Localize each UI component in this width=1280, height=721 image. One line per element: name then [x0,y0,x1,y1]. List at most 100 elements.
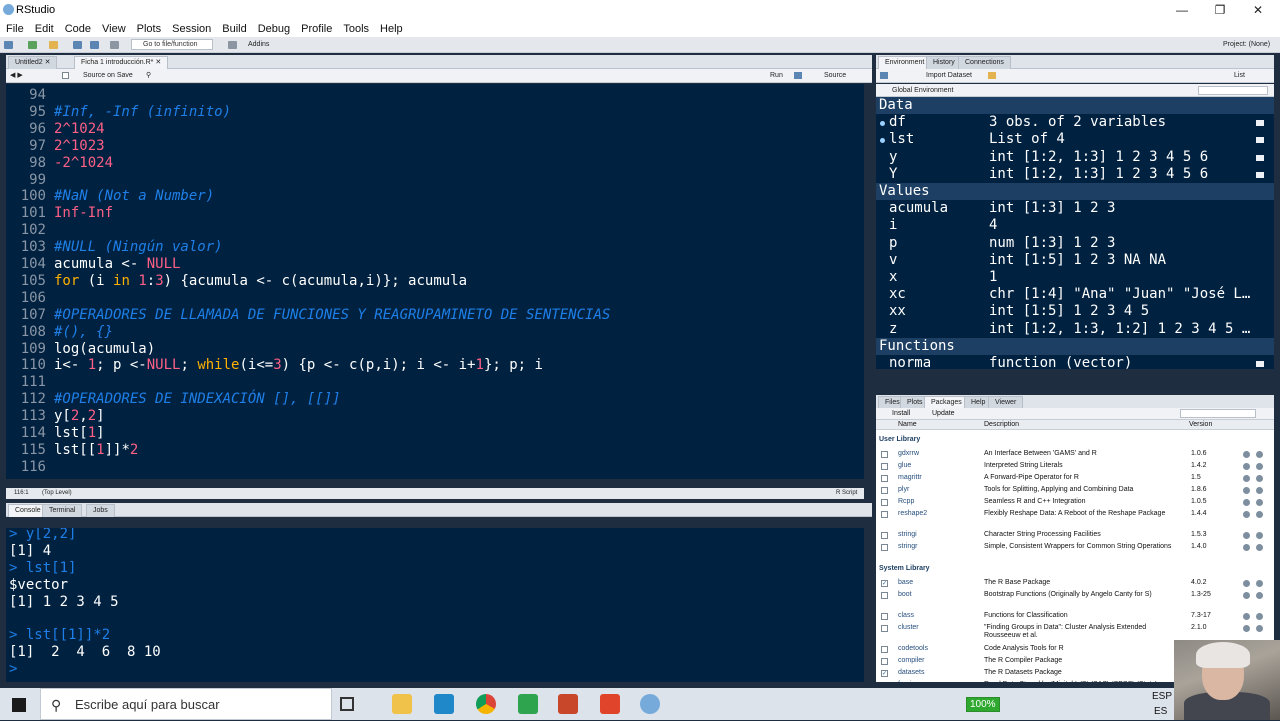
go-to-file-input[interactable]: Go to file/function [131,39,213,50]
package-row[interactable]: gdxrrw An Interface Between 'GAMS' and R 1… [876,449,1274,461]
code-line[interactable]: 106 [6,290,54,307]
code-line[interactable]: 97 2^1023 [6,138,104,155]
code-line[interactable]: 107 #OPERADORES DE LLAMADA DE FUNCIONES Y… [6,307,611,324]
environment-row[interactable]: acumula int [1:3] 1 2 3 [876,200,1274,217]
environment-row[interactable]: x1 [876,269,1274,286]
file-explorer-icon[interactable] [392,694,412,714]
package-remove-icon[interactable] [1256,451,1263,458]
package-remove-icon[interactable] [1256,475,1263,482]
windows-start-icon[interactable] [12,698,26,712]
source-on-save-checkbox[interactable] [62,72,69,79]
package-checkbox[interactable] [881,646,888,653]
keyboard-indicator[interactable]: ES [1154,706,1167,717]
environment-row[interactable]: p num [1:3] 1 2 3 [876,235,1274,252]
import-dataset-button[interactable]: Import Dataset [926,72,972,79]
taskbar-search-input[interactable]: ⚲ Escribe aquí para buscar [40,688,332,720]
description-column-header[interactable]: Description [984,421,1019,428]
code-line[interactable]: 99 [6,172,54,189]
language-indicator[interactable]: ESP [1152,691,1172,702]
menu-session[interactable]: Session [172,23,211,35]
package-website-icon[interactable] [1243,487,1250,494]
save-all-icon[interactable] [90,41,99,49]
package-checkbox[interactable] [881,592,888,599]
code-line[interactable]: 96 2^1024 [6,121,104,138]
expand-icon[interactable] [880,121,885,127]
code-line[interactable]: 103 #NULL (Ningún valor) [6,239,223,256]
package-name[interactable]: base [898,579,913,586]
package-remove-icon[interactable] [1256,592,1263,599]
code-line[interactable]: 109 log(acumula) [6,341,155,358]
chrome-icon[interactable] [476,694,496,714]
package-checkbox[interactable] [881,463,888,470]
package-checkbox[interactable]: ✓ [881,580,888,587]
package-row[interactable]: boot Bootstrap Functions (Originally by A… [876,590,1274,602]
package-name[interactable]: class [898,612,914,619]
new-project-icon[interactable] [28,41,37,49]
menu-build[interactable]: Build [222,23,246,35]
menu-profile[interactable]: Profile [301,23,332,35]
environment-row[interactable]: i4 [876,217,1274,234]
menu-edit[interactable]: Edit [35,23,54,35]
rerun-icon[interactable] [794,72,802,79]
package-row[interactable]: reshape2 Flexibly Reshape Data: A Reboot … [876,509,1274,521]
code-line[interactable]: 112 #OPERADORES DE INDEXACIÓN [], [[]] [6,391,341,408]
package-row[interactable]: plyr Tools for Splitting, Applying and Co… [876,485,1274,497]
environment-row[interactable]: y int [1:2, 1:3] 1 2 3 4 5 6 [876,149,1274,166]
package-name[interactable]: codetools [898,645,928,652]
package-website-icon[interactable] [1243,592,1250,599]
list-view-button[interactable]: List [1234,72,1245,79]
package-checkbox[interactable] [881,475,888,482]
package-website-icon[interactable] [1243,475,1250,482]
update-button[interactable]: Update [932,410,955,417]
package-website-icon[interactable] [1243,532,1250,539]
package-checkbox[interactable] [881,658,888,665]
environment-row[interactable]: lst List of 4 [876,131,1274,148]
grid-icon[interactable] [228,41,237,49]
save-icon[interactable] [73,41,82,49]
package-remove-icon[interactable] [1256,613,1263,620]
package-row[interactable]: stringi Character String Processing Facil… [876,530,1274,542]
package-website-icon[interactable] [1243,463,1250,470]
app-l-icon[interactable] [434,694,454,714]
package-remove-icon[interactable] [1256,499,1263,506]
package-website-icon[interactable] [1243,499,1250,506]
package-name[interactable]: magrittr [898,474,922,481]
menu-tools[interactable]: Tools [343,23,369,35]
powerpoint-icon[interactable] [558,694,578,714]
environment-row[interactable]: xc chr [1:4] "Ana" "Juan" "José L… [876,286,1274,303]
package-name[interactable]: reshape2 [898,510,927,517]
code-line[interactable]: 98 -2^1024 [6,155,113,172]
code-line[interactable]: 108 #(), {} [6,324,113,341]
tab-jobs[interactable]: Jobs [86,504,115,517]
battery-indicator[interactable]: 100% [966,697,1000,712]
search-icon[interactable]: ⚲ [146,71,151,79]
file-type[interactable]: R Script [836,490,857,496]
menu-code[interactable]: Code [65,23,91,35]
table-icon[interactable] [1256,171,1264,178]
code-line[interactable]: 116 [6,459,54,476]
package-name[interactable]: gdxrrw [898,450,919,457]
code-line[interactable]: 104 acumula <- NULL [6,256,181,273]
install-button[interactable]: Install [892,410,910,417]
menu-file[interactable]: File [6,23,24,35]
package-name[interactable]: boot [898,591,912,598]
package-website-icon[interactable] [1243,451,1250,458]
table-icon[interactable] [1256,154,1264,161]
environment-row[interactable]: z int [1:2, 1:3, 1:2] 1 2 3 4 5 … [876,321,1274,338]
package-checkbox[interactable] [881,511,888,518]
package-row[interactable]: cluster "Finding Groups in Data": Cluster… [876,623,1274,639]
code-line[interactable]: 100 #NaN (Not a Number) [6,188,214,205]
code-line[interactable]: 115 lst[[1]]*2 [6,442,139,459]
package-name[interactable]: compiler [898,657,924,664]
environment-search-input[interactable] [1198,86,1268,95]
version-column-header[interactable]: Version [1189,421,1212,428]
tab-environment[interactable]: Environment [878,56,932,69]
code-line[interactable]: 94 [6,87,54,104]
tab-untitled2[interactable]: Untitled2 ✕ [8,56,58,69]
package-name[interactable]: stringi [898,531,917,538]
code-line[interactable]: 110 i<- 1; p <-NULL; while(i<=3) {p <- c(… [6,357,543,374]
package-checkbox[interactable] [881,487,888,494]
app-red-icon[interactable] [600,694,620,714]
tab-connections[interactable]: Connections [958,56,1011,69]
package-checkbox[interactable] [881,613,888,620]
